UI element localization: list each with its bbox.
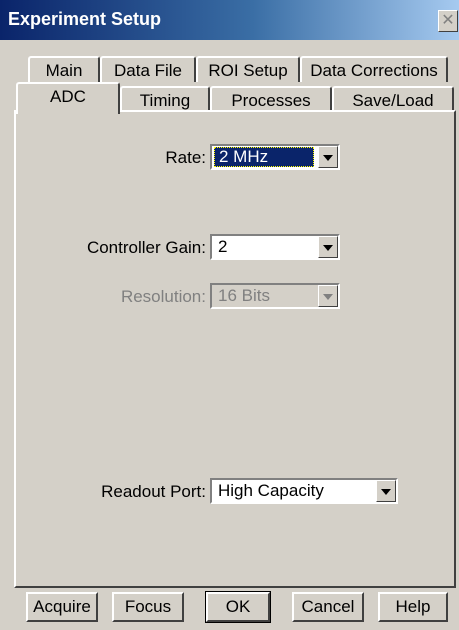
resolution-value: 16 Bits <box>218 286 270 305</box>
tab-processes[interactable]: Processes <box>210 86 332 112</box>
tab-save-load[interactable]: Save/Load <box>332 86 454 112</box>
tab-data-file[interactable]: Data File <box>100 56 196 82</box>
focus-button[interactable]: Focus <box>112 592 184 622</box>
close-button[interactable]: ✕ <box>438 10 458 32</box>
resolution-select: 16 Bits <box>210 283 340 309</box>
chevron-down-icon <box>381 489 391 495</box>
controller-gain-dropdown-button[interactable] <box>318 236 338 258</box>
title-bar: Experiment Setup ✕ <box>0 0 459 40</box>
tab-data-corrections[interactable]: Data Corrections <box>300 56 448 82</box>
rate-dropdown-button[interactable] <box>318 146 338 168</box>
chevron-down-icon <box>323 294 333 300</box>
resolution-dropdown-button <box>318 285 338 307</box>
tab-main[interactable]: Main <box>28 56 100 82</box>
controller-gain-label: Controller Gain: <box>86 238 206 257</box>
acquire-button[interactable]: Acquire <box>26 592 98 622</box>
tab-adc[interactable]: ADC <box>16 82 120 114</box>
chevron-down-icon <box>323 155 333 161</box>
ok-button[interactable]: OK <box>205 591 271 623</box>
window-title: Experiment Setup <box>8 9 162 29</box>
adc-tab-panel: Rate: 2 MHz Controller Gain: 2 Resolutio… <box>14 110 456 588</box>
tab-timing[interactable]: Timing <box>120 86 210 112</box>
tab-roi-setup[interactable]: ROI Setup <box>196 56 300 82</box>
chevron-down-icon <box>323 245 333 251</box>
rate-label: Rate: <box>165 148 206 167</box>
readout-port-value: High Capacity <box>218 481 324 500</box>
help-button[interactable]: Help <box>378 592 448 622</box>
readout-port-select[interactable]: High Capacity <box>210 478 398 504</box>
readout-port-dropdown-button[interactable] <box>376 480 396 502</box>
readout-port-label: Readout Port: <box>101 482 206 501</box>
rate-select[interactable]: 2 MHz <box>210 144 340 170</box>
resolution-label: Resolution: <box>120 287 206 306</box>
controller-gain-value: 2 <box>218 237 228 256</box>
controller-gain-select[interactable]: 2 <box>210 234 340 260</box>
rate-value: 2 MHz <box>214 147 314 167</box>
close-icon: ✕ <box>441 12 455 29</box>
cancel-button[interactable]: Cancel <box>292 592 364 622</box>
